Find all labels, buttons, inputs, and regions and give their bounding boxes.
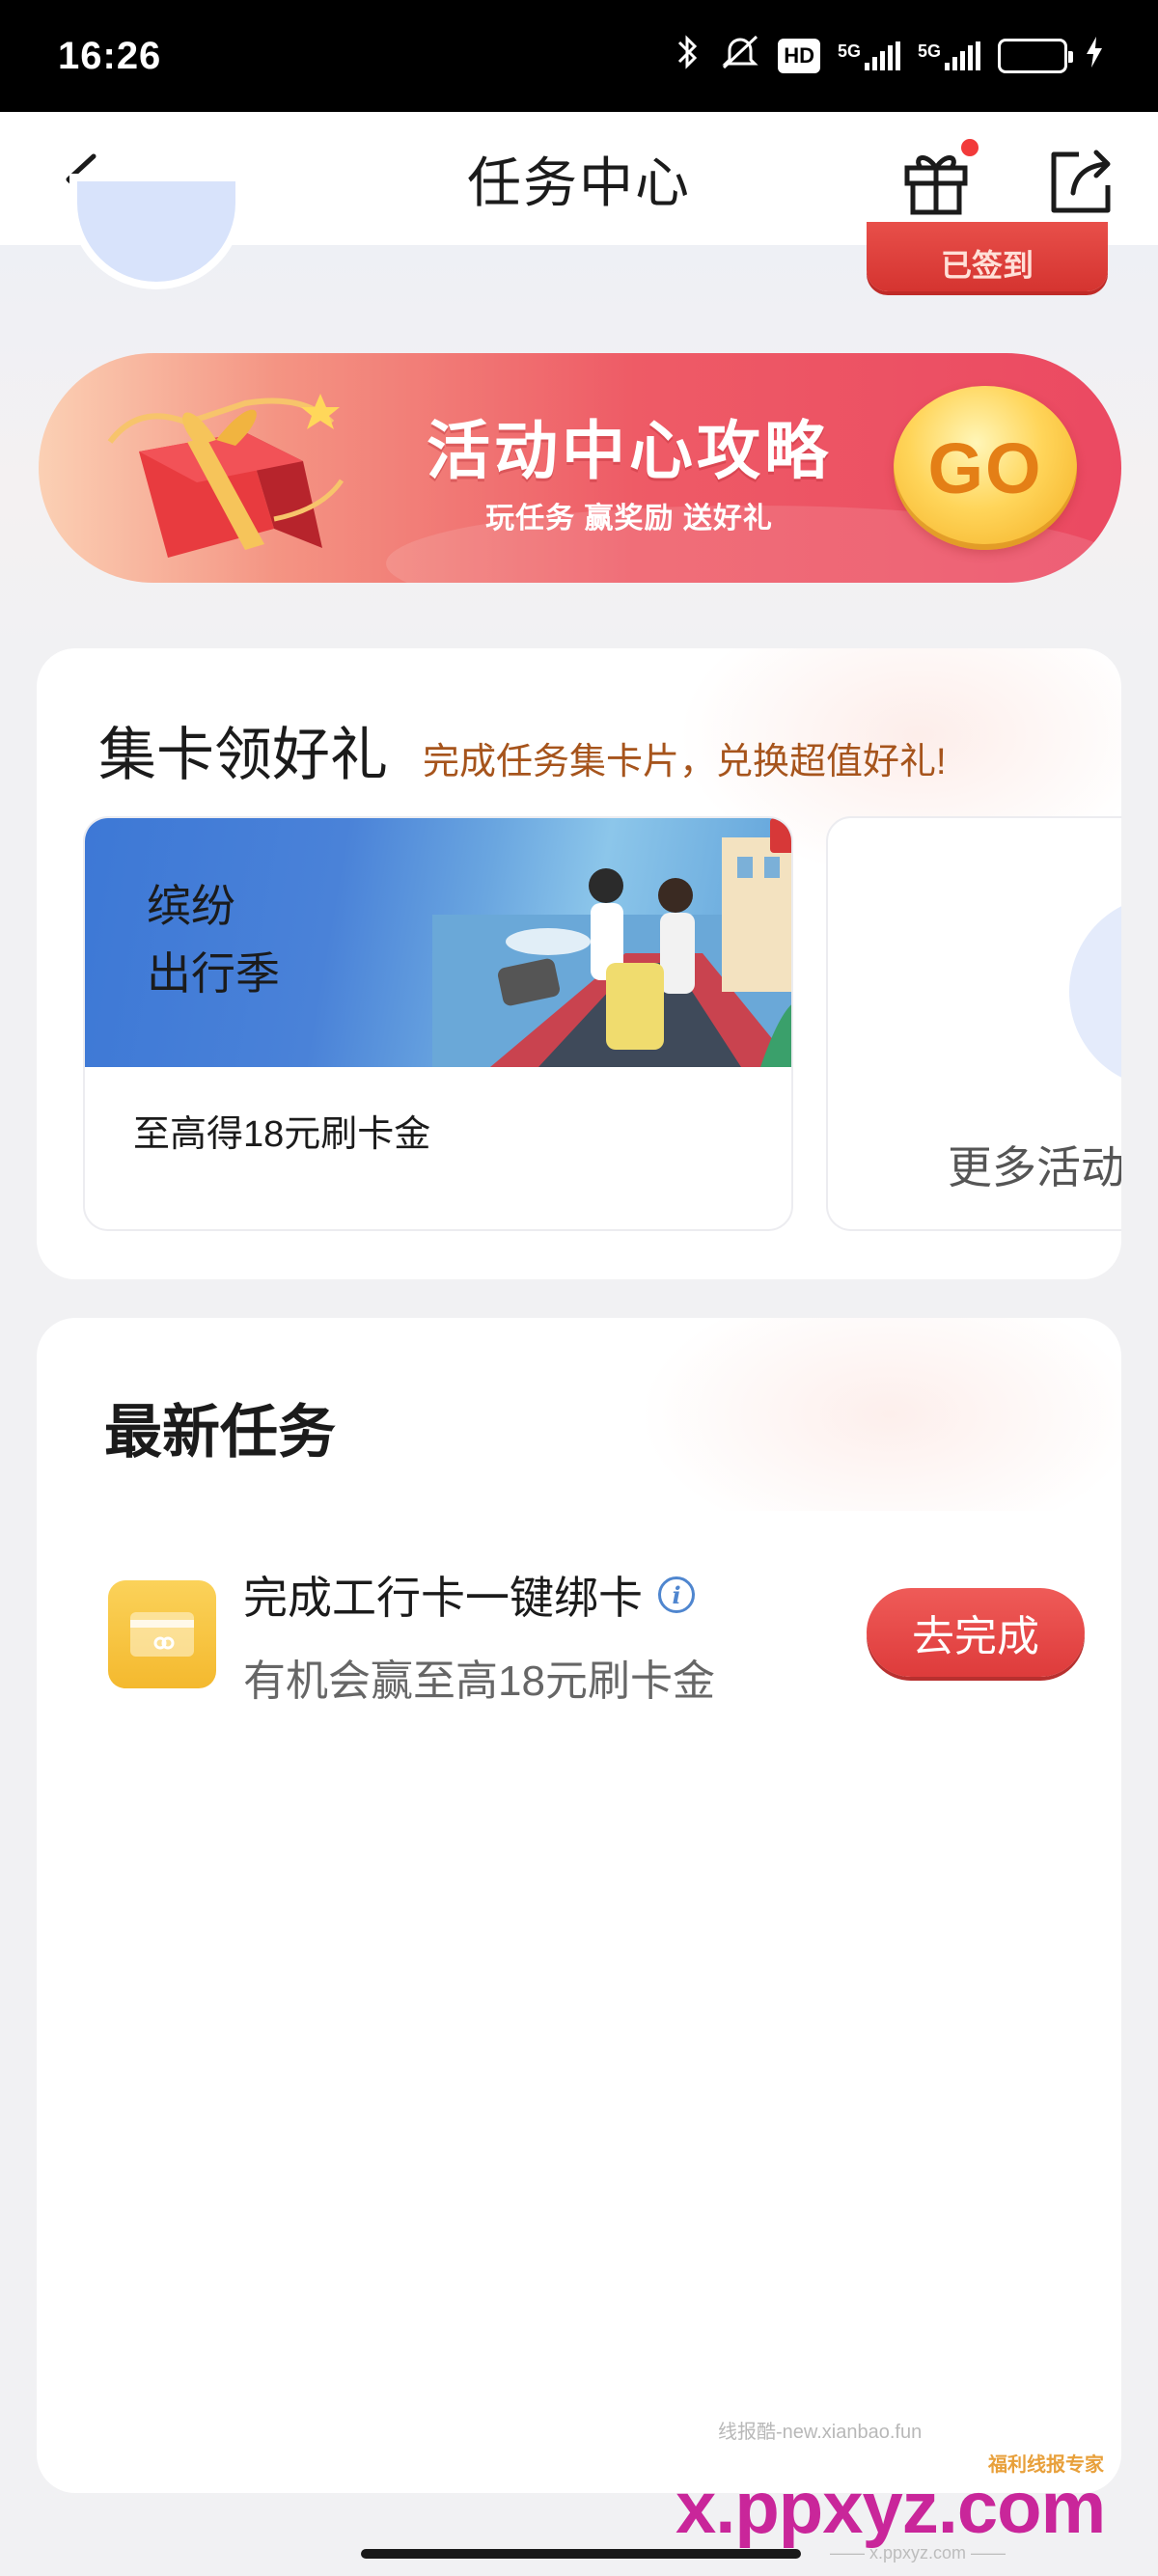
battery-level: 78 [1020,43,1045,68]
signal-5g-1: 5G [838,41,900,70]
watermark-text: 线报酷-new.xianbao.fun [718,2422,923,2443]
signal-5g-2: 5G [918,41,980,70]
info-icon[interactable]: i [658,1576,695,1613]
activity-guide-banner[interactable]: 活动中心攻略 玩任务 赢奖励 送好礼 GO [39,353,1121,583]
task-name-text: 完成工行卡一键绑卡 [243,1573,643,1623]
activity-card-travel[interactable]: 缤纷 出行季 至高得18元刷卡金 [83,816,793,1231]
notification-dot [959,137,980,158]
bluetooth-icon [674,33,703,80]
go-button[interactable]: GO [894,386,1077,550]
more-activities-label: 更多活动 [948,1142,1121,1192]
latest-tasks-section: 最新任务 完成工行卡一键绑卡 i 有机会赢至高18元刷卡金 去完成 [37,1318,1121,2493]
gift-button[interactable] [897,137,980,220]
section-title: 集卡领好礼 [98,723,388,787]
complete-task-button[interactable]: 去完成 [867,1588,1085,1677]
banner-title: 活动中心攻略 [427,415,832,486]
section-subtitle: 完成任务集卡片，兑换超值好礼! [423,742,947,782]
battery-tip [1068,51,1073,63]
page-title: 任务中心 [467,151,691,213]
decorative-blob [1069,895,1121,1088]
task-name: 完成工行卡一键绑卡 i [243,1563,695,1627]
hd-voice-badge: HD [778,39,820,73]
banner-subtitle: 玩任务 赢奖励 送好礼 [485,503,773,534]
watermark-line: —— x.ppxyz.com —— [830,2543,1006,2562]
signal-bars-icon [864,41,900,70]
network-type-label: 5G [917,41,941,61]
share-button[interactable] [1042,143,1119,220]
signed-in-badge: 已签到 [867,222,1108,291]
status-time: 16:26 [58,34,162,77]
share-icon [1051,150,1111,213]
signal-bars-icon [945,41,980,70]
more-activities-card[interactable]: 更多活动 [826,816,1121,1231]
travel-card-title: 缤纷 出行季 [147,881,280,999]
status-icons: HD 5G 5G 78 [674,33,1104,80]
status-bar: 16:26 HD 5G 5G 78 [0,0,1158,112]
go-label: GO [927,427,1043,508]
bank-card-icon [108,1580,216,1688]
network-type-label: 5G [837,41,861,61]
section-title: 最新任务 [104,1400,336,1465]
home-indicator[interactable] [361,2549,801,2559]
collect-cards-section: 集卡领好礼 完成任务集卡片，兑换超值好礼! 缤纷 出行季 至高得18元刷卡金 更… [37,648,1121,1279]
watermark-logo: x.ppxyz.com [676,2467,1106,2549]
gift-box-illustration-icon [107,394,345,558]
charging-icon [1085,35,1104,78]
travel-card-description: 至高得18元刷卡金 [133,1114,431,1155]
task-item: 完成工行卡一键绑卡 i 有机会赢至高18元刷卡金 去完成 [73,1511,1085,1705]
battery-icon: 78 [998,39,1073,73]
mute-bell-icon [720,33,760,80]
task-description: 有机会赢至高18元刷卡金 [243,1658,715,1705]
